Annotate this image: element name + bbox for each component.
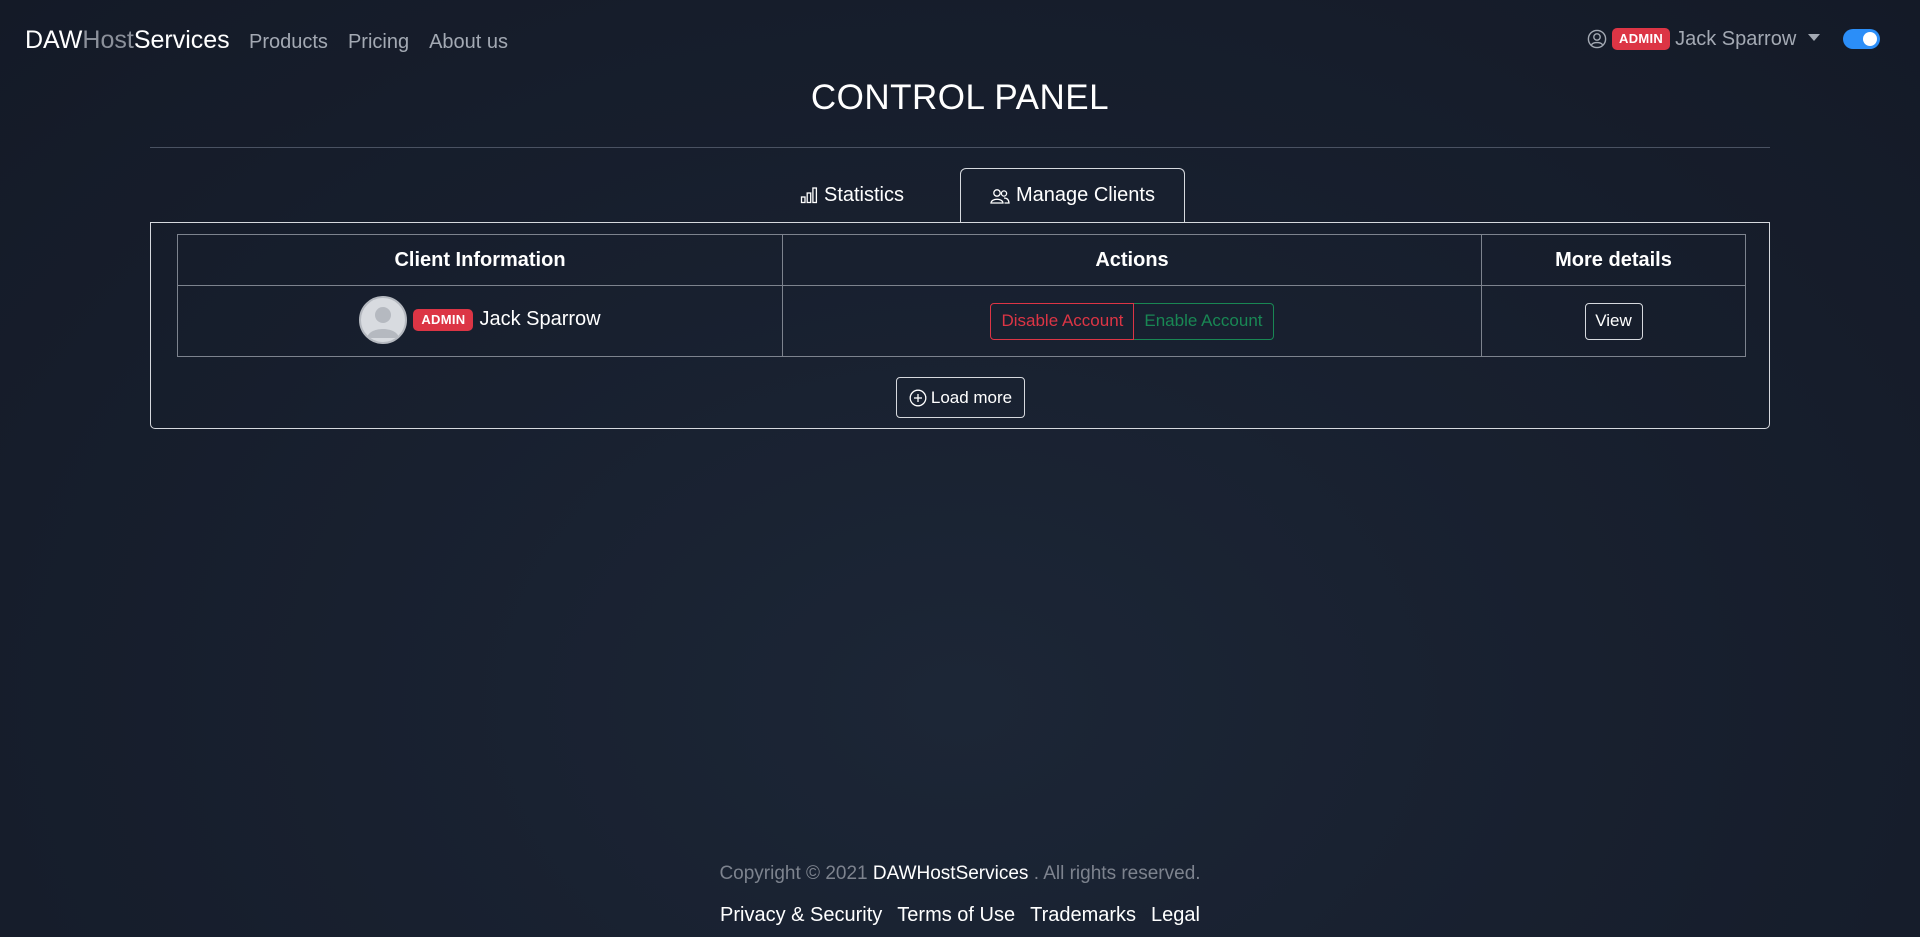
- nav-link-about-us[interactable]: About us: [429, 29, 508, 55]
- footer-link-terms[interactable]: Terms of Use: [897, 902, 1015, 928]
- user-dropdown[interactable]: ADMIN Jack Sparrow: [1587, 26, 1821, 52]
- bar-chart-icon: [800, 187, 818, 204]
- page-title: CONTROL PANEL: [810, 78, 1110, 117]
- user-name: Jack Sparrow: [1675, 27, 1797, 50]
- tab-statistics-label: Statistics: [823, 183, 905, 206]
- footer-brand-link[interactable]: DAWHostServices: [873, 863, 1029, 884]
- people-icon: [990, 188, 1010, 204]
- footer-copyright: Copyright © 2021 DAWHostServices . All r…: [0, 862, 1920, 886]
- footer-link-privacy[interactable]: Privacy & Security: [720, 902, 882, 928]
- nav-links: Products Pricing About us: [249, 29, 508, 55]
- caret-down-icon: [1808, 33, 1821, 41]
- admin-badge: ADMIN: [1612, 28, 1671, 50]
- brand-part-daw: DAW: [25, 26, 83, 54]
- navbar: DAWHostServices Products Pricing About u…: [0, 0, 1920, 80]
- copyright-suffix: . All rights reserved.: [1033, 863, 1201, 884]
- client-admin-badge: ADMIN: [413, 308, 474, 331]
- copyright-prefix: Copyright © 2021: [719, 863, 868, 884]
- tab-statistics[interactable]: Statistics: [777, 168, 927, 222]
- tab-manage-clients-label: Manage Clients: [1016, 184, 1155, 206]
- footer-links: Privacy & Security Terms of Use Trademar…: [0, 902, 1920, 928]
- client-information-cell: ADMIN Jack Sparrow: [177, 285, 783, 357]
- nav-link-products[interactable]: Products: [249, 29, 328, 55]
- brand-part-services: Services: [133, 26, 230, 54]
- title-divider: [150, 147, 1770, 148]
- nav-link-pricing[interactable]: Pricing: [348, 29, 409, 55]
- tab-manage-clients[interactable]: Manage Clients: [960, 168, 1185, 222]
- account-actions-group: Disable Account Enable Account: [990, 302, 1274, 340]
- client-info: ADMIN Jack Sparrow: [359, 295, 601, 344]
- actions-cell: Disable Account Enable Account: [782, 285, 1482, 357]
- view-button[interactable]: View: [1584, 302, 1643, 340]
- enable-account-button[interactable]: Enable Account: [1134, 302, 1274, 340]
- client-name: Jack Sparrow: [479, 308, 601, 330]
- footer-link-legal[interactable]: Legal: [1151, 902, 1200, 928]
- table-row: ADMIN Jack Sparrow Disable Account Enabl…: [177, 285, 1746, 357]
- toggle-knob: [1863, 32, 1877, 46]
- avatar: [359, 295, 408, 344]
- default-avatar-icon: [367, 306, 400, 338]
- table-header-row: Client Information Actions More details: [177, 234, 1746, 286]
- brand-logo[interactable]: DAWHostServices: [25, 25, 230, 55]
- column-header-actions: Actions: [782, 234, 1482, 286]
- clients-table: Client Information Actions More details: [177, 234, 1746, 357]
- plus-circle-icon: [909, 389, 927, 406]
- manage-clients-panel: Client Information Actions More details: [150, 222, 1770, 429]
- load-more-button[interactable]: Load more: [896, 377, 1025, 418]
- more-details-cell: View: [1481, 285, 1746, 357]
- person-circle-icon: [1587, 29, 1607, 49]
- column-header-more-details: More details: [1481, 234, 1746, 286]
- column-header-client-information: Client Information: [177, 234, 783, 286]
- load-more-label: Load more: [930, 387, 1013, 407]
- footer-link-trademarks[interactable]: Trademarks: [1030, 902, 1136, 928]
- brand-part-host: Host: [82, 26, 134, 54]
- theme-toggle[interactable]: [1843, 29, 1880, 49]
- disable-account-button[interactable]: Disable Account: [990, 302, 1135, 340]
